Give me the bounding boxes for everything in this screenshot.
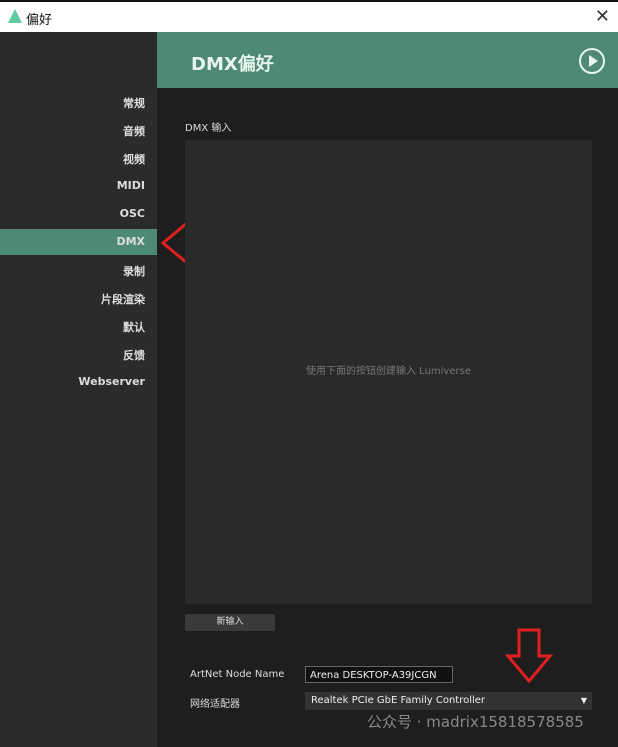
sidebar-item-midi[interactable]: MIDI	[117, 179, 145, 192]
sidebar-item-video[interactable]: 视频	[123, 151, 145, 167]
chevron-down-icon: ▼	[580, 696, 587, 705]
watermark: 公众号 · madrix15818578585	[367, 713, 584, 731]
close-icon[interactable]: ✕	[595, 6, 610, 27]
page-title: DMX偏好	[191, 54, 274, 75]
artnet-node-name-input[interactable]: Arena DESKTOP-A39JCGN	[305, 666, 453, 683]
title-bar: 偏好 ✕	[0, 0, 618, 32]
window-title: 偏好	[26, 13, 53, 28]
app-logo-icon	[8, 9, 22, 23]
sidebar-item-defaults[interactable]: 默认	[123, 319, 145, 335]
page-header: DMX偏好	[157, 32, 618, 88]
sidebar-item-dmx[interactable]: DMX	[0, 229, 157, 255]
sidebar-item-feedback[interactable]: 反馈	[123, 347, 145, 363]
sidebar-item-record[interactable]: 录制	[123, 263, 145, 279]
sidebar-item-general[interactable]: 常规	[123, 95, 145, 111]
dmx-input-label: DMX 输入	[185, 123, 232, 134]
empty-hint: 使用下面的按钮创建输入 Lumiverse	[306, 366, 471, 377]
sidebar-item-webserver[interactable]: Webserver	[78, 375, 145, 388]
artnet-node-name-label: ArtNet Node Name	[190, 669, 285, 680]
sidebar-item-clip-render[interactable]: 片段渲染	[101, 291, 145, 307]
dmx-input-list: 使用下面的按钮创建输入 Lumiverse	[185, 140, 592, 604]
play-icon[interactable]	[579, 48, 605, 74]
new-input-button[interactable]: 新输入	[185, 614, 275, 631]
sidebar-item-audio[interactable]: 音频	[123, 123, 145, 139]
network-adapter-select[interactable]: Realtek PCIe GbE Family Controller ▼	[305, 692, 592, 710]
sidebar-item-osc[interactable]: OSC	[120, 207, 145, 220]
sidebar: 常规 音频 视频 MIDI OSC DMX 录制 片段渲染 默认 反馈 Webs…	[0, 32, 157, 747]
network-adapter-value: Realtek PCIe GbE Family Controller	[311, 695, 486, 706]
network-adapter-label: 网络适配器	[190, 699, 240, 710]
annotation-arrow-down-icon	[505, 628, 553, 684]
